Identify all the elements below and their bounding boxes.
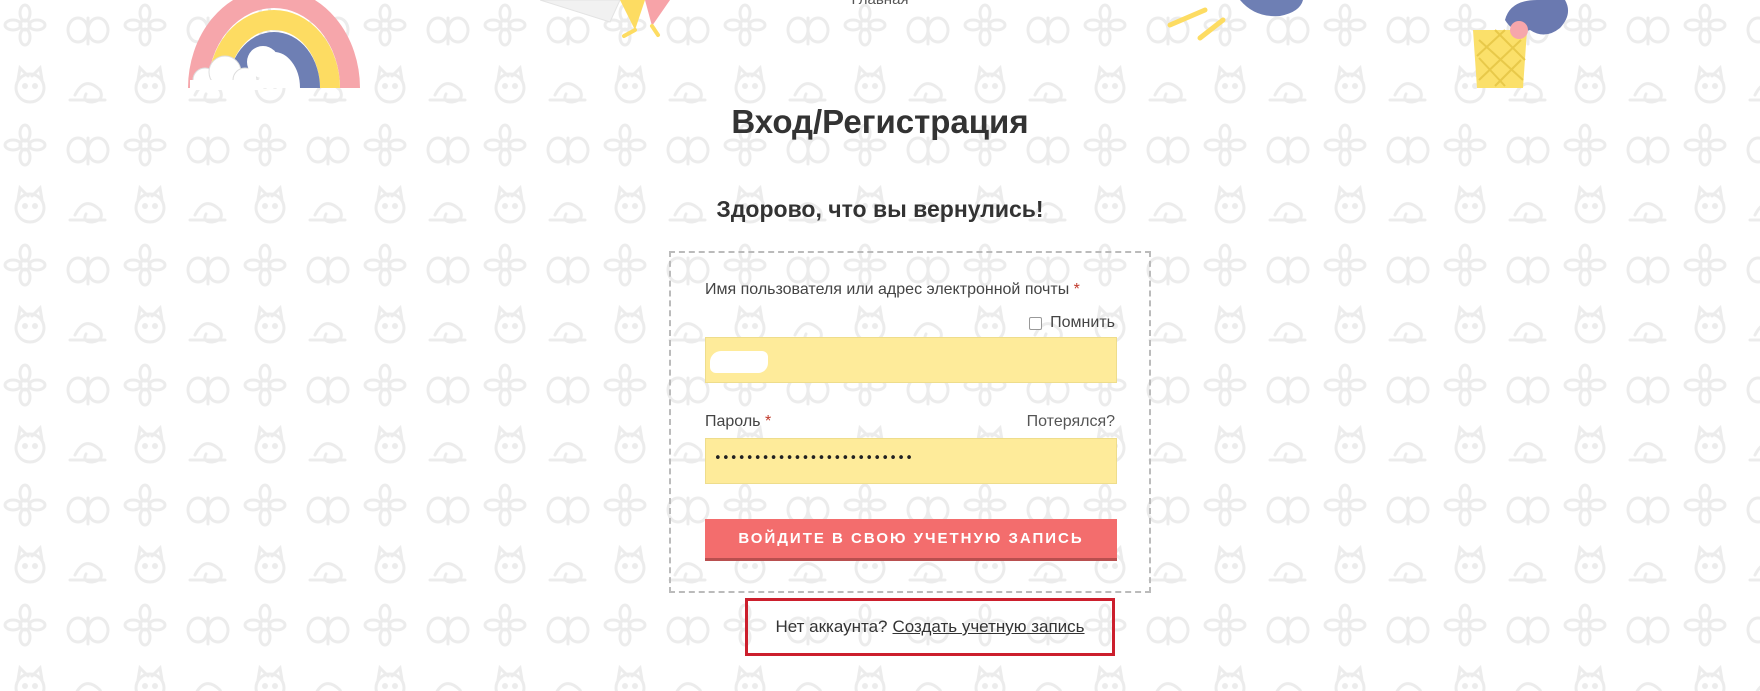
- required-mark: *: [1073, 281, 1080, 298]
- login-submit-button[interactable]: ВОЙДИТЕ В СВОЮ УЧЕТНУЮ ЗАПИСЬ: [705, 519, 1117, 561]
- breadcrumb-home[interactable]: Главная: [851, 0, 908, 8]
- ice-cream-illustration: [1473, 0, 1569, 88]
- username-input[interactable]: [705, 337, 1117, 383]
- password-input[interactable]: •••••••••••••••••••••••••: [705, 438, 1117, 484]
- username-value-redacted: [710, 351, 768, 373]
- login-form: Имя пользователя или адрес электронной п…: [669, 251, 1151, 593]
- register-prompt: Нет аккаунта? Создать учетную запись: [745, 598, 1115, 656]
- register-prompt-text: Нет аккаунта?: [775, 617, 888, 636]
- lost-password-link[interactable]: Потерялся?: [1027, 413, 1115, 431]
- remember-checkbox[interactable]: [1029, 316, 1043, 330]
- username-label-text: Имя пользователя или адрес электронной п…: [705, 281, 1070, 298]
- username-label: Имя пользователя или адрес электронной п…: [705, 281, 1080, 299]
- welcome-heading: Здорово, что вы вернулись!: [716, 196, 1044, 222]
- required-mark: *: [764, 413, 772, 430]
- remember-label: Помнить: [1050, 314, 1115, 331]
- password-label: Пароль *: [705, 413, 771, 431]
- page-title: Вход/Регистрация: [731, 103, 1029, 140]
- password-label-text: Пароль: [705, 413, 761, 430]
- comet-illustration: [1167, 0, 1303, 41]
- paper-plane-illustration: [540, 0, 670, 38]
- remember-me[interactable]: Помнить: [1029, 314, 1115, 332]
- create-account-link[interactable]: Создать учетную запись: [893, 617, 1085, 637]
- rainbow-cloud-illustration: [188, 0, 360, 90]
- password-value: •••••••••••••••••••••••••: [714, 451, 914, 466]
